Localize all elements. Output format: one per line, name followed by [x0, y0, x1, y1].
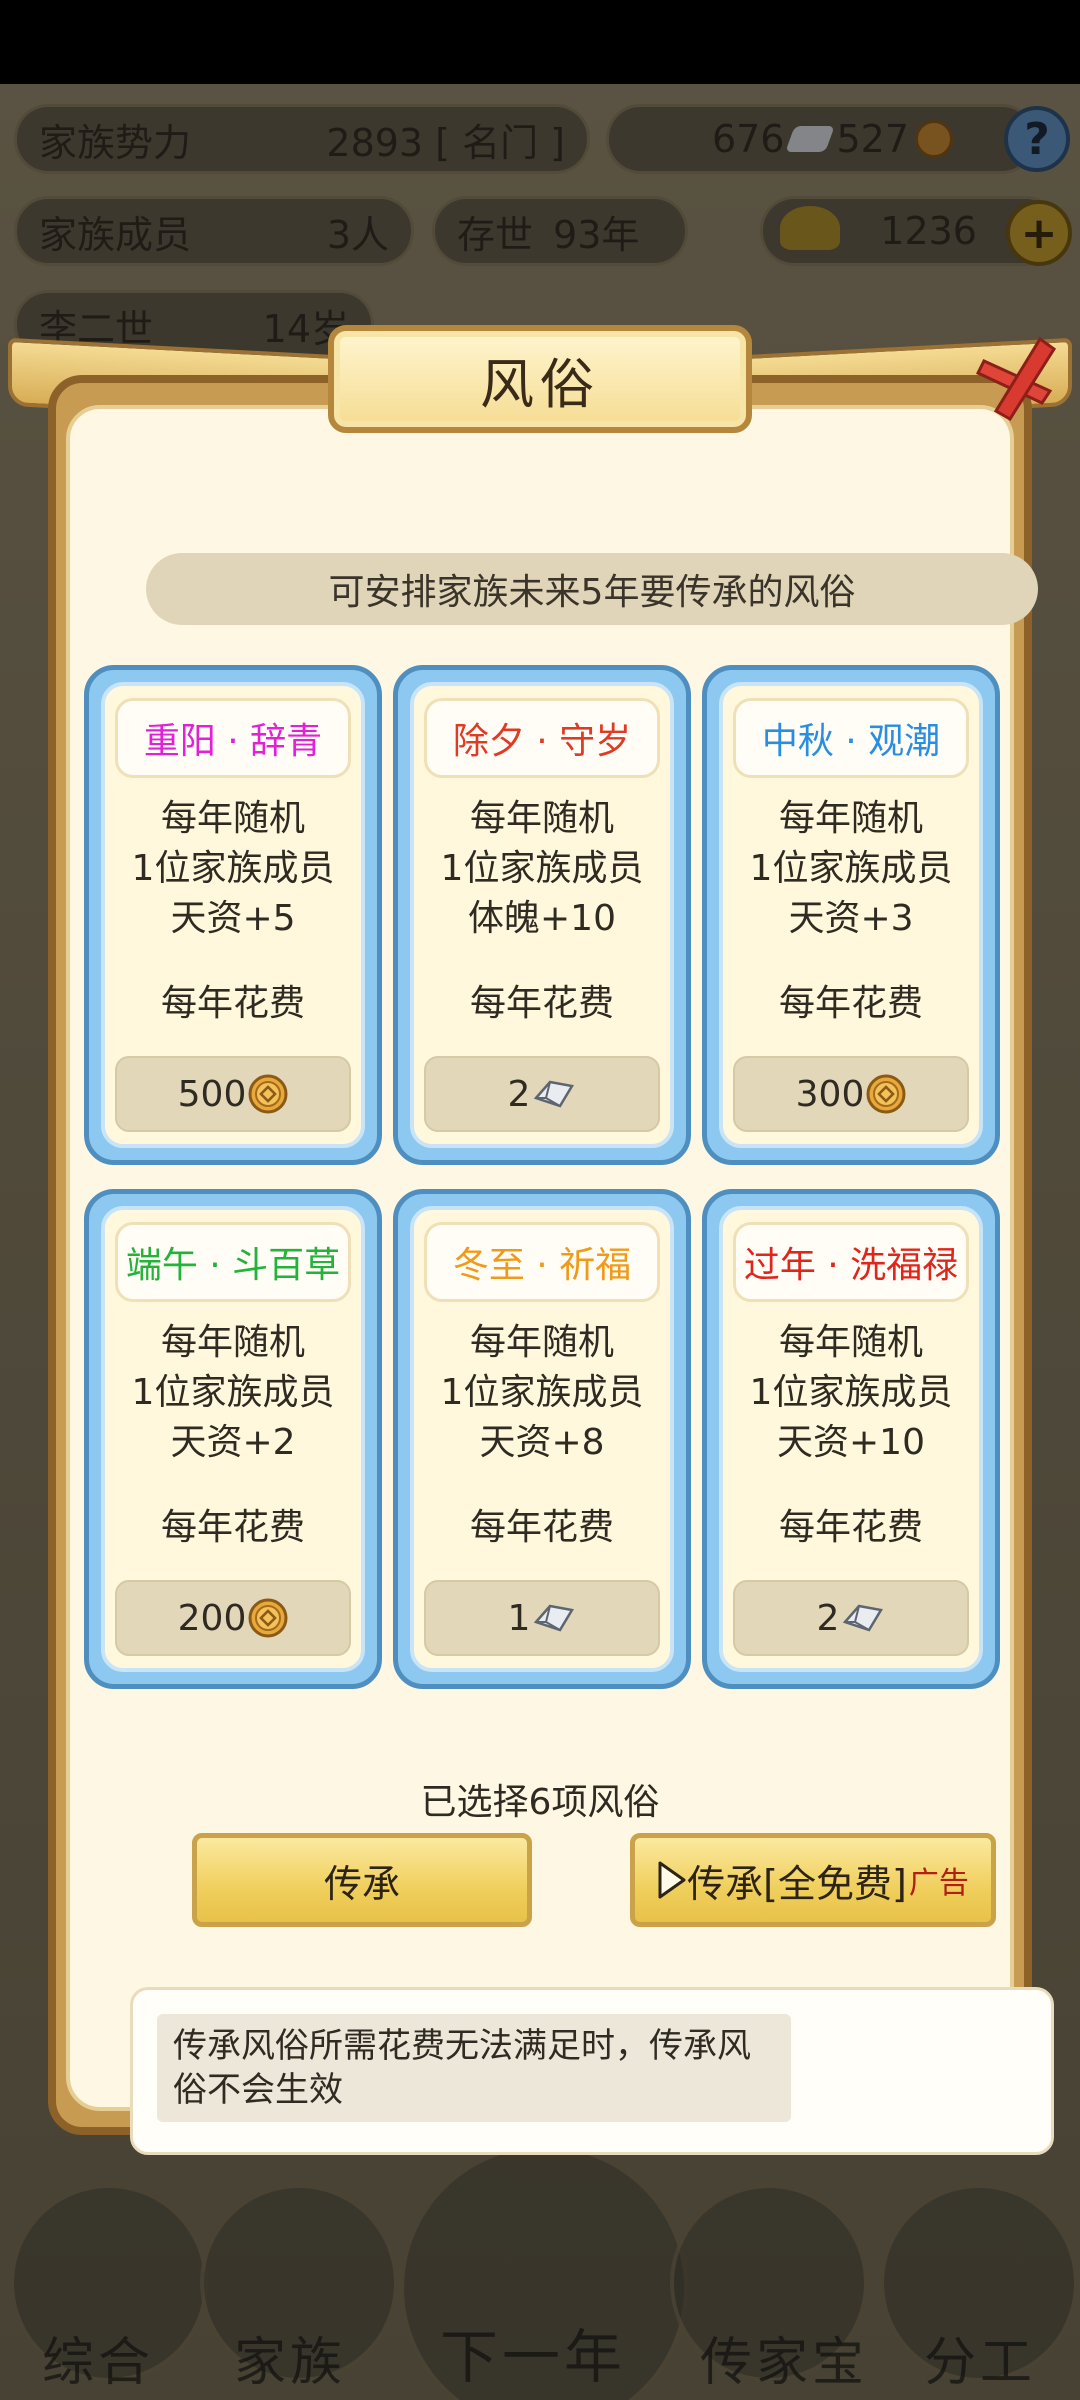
custom-name: 端午 · 斗百草 [115, 1222, 351, 1302]
inherit-free-label: 传承[全免费] [687, 1861, 907, 1906]
desc-line2: 1位家族成员 [131, 848, 335, 889]
desc-effect: 体魄+10 [468, 898, 616, 939]
dialog-title-plate: 风俗 [328, 325, 752, 433]
custom-description: 每年随机 1位家族成员 天资+5 [105, 794, 361, 944]
desc-line2: 1位家族成员 [440, 1372, 644, 1413]
close-icon [975, 336, 1057, 422]
cost-label: 每年花费 [469, 983, 614, 1024]
cost-value: 2 [816, 1597, 840, 1639]
ad-tag: 广告 [908, 1866, 969, 1901]
custom-name: 过年 · 洗福禄 [733, 1222, 969, 1302]
desc-line2: 1位家族成员 [749, 1372, 953, 1413]
dialog-subtitle: 可安排家族未来5年要传承的风俗 [146, 553, 1038, 625]
custom-description: 每年随机 1位家族成员 天资+2 [105, 1318, 361, 1468]
cost-label: 每年花费 [778, 1507, 923, 1548]
cost-label: 每年花费 [778, 983, 923, 1024]
desc-line2: 1位家族成员 [440, 848, 644, 889]
custom-description: 每年随机 1位家族成员 天资+8 [414, 1318, 670, 1468]
cost-value: 500 [177, 1073, 247, 1115]
custom-description: 每年随机 1位家族成员 天资+3 [723, 794, 979, 944]
desc-line2: 1位家族成员 [749, 848, 953, 889]
desc-line1: 每年随机 [778, 798, 923, 839]
desc-effect: 天资+2 [170, 1422, 296, 1463]
selected-count: 已选择6项风俗 [420, 1782, 660, 1823]
cost-value: 1 [507, 1597, 531, 1639]
cost-label: 每年花费 [160, 983, 305, 1024]
desc-effect: 天资+10 [777, 1422, 925, 1463]
custom-card-guonian[interactable]: 过年 · 洗福禄 每年随机 1位家族成员 天资+10 每年花费 2 [702, 1189, 1000, 1689]
custom-description: 每年随机 1位家族成员 体魄+10 [414, 794, 670, 944]
play-icon [658, 1861, 686, 1899]
desc-line1: 每年随机 [469, 798, 614, 839]
silver-ingot-icon [843, 1604, 884, 1632]
cost-label: 每年花费 [469, 1507, 614, 1548]
custom-name: 冬至 · 祈福 [424, 1222, 660, 1302]
desc-effect: 天资+3 [788, 898, 914, 939]
status-bar [0, 0, 1080, 84]
cost-value: 2 [507, 1073, 531, 1115]
custom-name: 除夕 · 守岁 [424, 698, 660, 778]
desc-line1: 每年随机 [778, 1322, 923, 1363]
cost-box: 2 [733, 1580, 969, 1656]
desc-line1: 每年随机 [160, 798, 305, 839]
cost-box: 1 [424, 1580, 660, 1656]
card-inner: 中秋 · 观潮 每年随机 1位家族成员 天资+3 每年花费 300 [719, 682, 983, 1148]
custom-card-zhongqiu[interactable]: 中秋 · 观潮 每年随机 1位家族成员 天资+3 每年花费 300 [702, 665, 1000, 1165]
desc-effect: 天资+5 [170, 898, 296, 939]
inherit-button[interactable]: 传承 [192, 1833, 532, 1927]
cost-label: 每年花费 [160, 1507, 305, 1548]
cost-value: 300 [795, 1073, 865, 1115]
silver-ingot-icon [534, 1080, 575, 1108]
card-inner: 冬至 · 祈福 每年随机 1位家族成员 天资+8 每年花费 1 [410, 1206, 674, 1672]
note-text: 传承风俗所需花费无法满足时，传承风俗不会生效 [157, 2014, 791, 2122]
custom-card-chuxi[interactable]: 除夕 · 守岁 每年随机 1位家族成员 体魄+10 每年花费 2 [393, 665, 691, 1165]
coin-icon [866, 1074, 906, 1114]
custom-card-chongyang[interactable]: 重阳 · 辞青 每年随机 1位家族成员 天资+5 每年花费 500 [84, 665, 382, 1165]
cost-box: 500 [115, 1056, 351, 1132]
desc-effect: 天资+8 [479, 1422, 605, 1463]
cost-box: 300 [733, 1056, 969, 1132]
desc-line1: 每年随机 [160, 1322, 305, 1363]
custom-name: 中秋 · 观潮 [733, 698, 969, 778]
cost-box: 2 [424, 1056, 660, 1132]
coin-icon [248, 1598, 288, 1638]
custom-card-dongzhi[interactable]: 冬至 · 祈福 每年随机 1位家族成员 天资+8 每年花费 1 [393, 1189, 691, 1689]
silver-ingot-icon [534, 1604, 575, 1632]
card-inner: 除夕 · 守岁 每年随机 1位家族成员 体魄+10 每年花费 2 [410, 682, 674, 1148]
coin-icon [248, 1074, 288, 1114]
cost-box: 200 [115, 1580, 351, 1656]
customs-dialog: 可安排家族未来5年要传承的风俗 重阳 · 辞青 每年随机 1位家族成员 天资+5… [8, 325, 1072, 2155]
inherit-button-label: 传承 [323, 1861, 400, 1906]
card-inner: 重阳 · 辞青 每年随机 1位家族成员 天资+5 每年花费 500 [101, 682, 365, 1148]
cost-value: 200 [177, 1597, 247, 1639]
custom-description: 每年随机 1位家族成员 天资+10 [723, 1318, 979, 1468]
dialog-title: 风俗 [480, 352, 600, 416]
custom-name: 重阳 · 辞青 [115, 698, 351, 778]
close-button[interactable] [970, 325, 1066, 433]
card-inner: 端午 · 斗百草 每年随机 1位家族成员 天资+2 每年花费 200 [101, 1206, 365, 1672]
custom-card-duanwu[interactable]: 端午 · 斗百草 每年随机 1位家族成员 天资+2 每年花费 200 [84, 1189, 382, 1689]
inherit-free-ad-button[interactable]: 传承[全免费] 广告 [630, 1833, 996, 1927]
note-box: 传承风俗所需花费无法满足时，传承风俗不会生效 [130, 1987, 1054, 2155]
desc-line1: 每年随机 [469, 1322, 614, 1363]
desc-line2: 1位家族成员 [131, 1372, 335, 1413]
card-inner: 过年 · 洗福禄 每年随机 1位家族成员 天资+10 每年花费 2 [719, 1206, 983, 1672]
dialog-body: 可安排家族未来5年要传承的风俗 重阳 · 辞青 每年随机 1位家族成员 天资+5… [66, 405, 1054, 2155]
